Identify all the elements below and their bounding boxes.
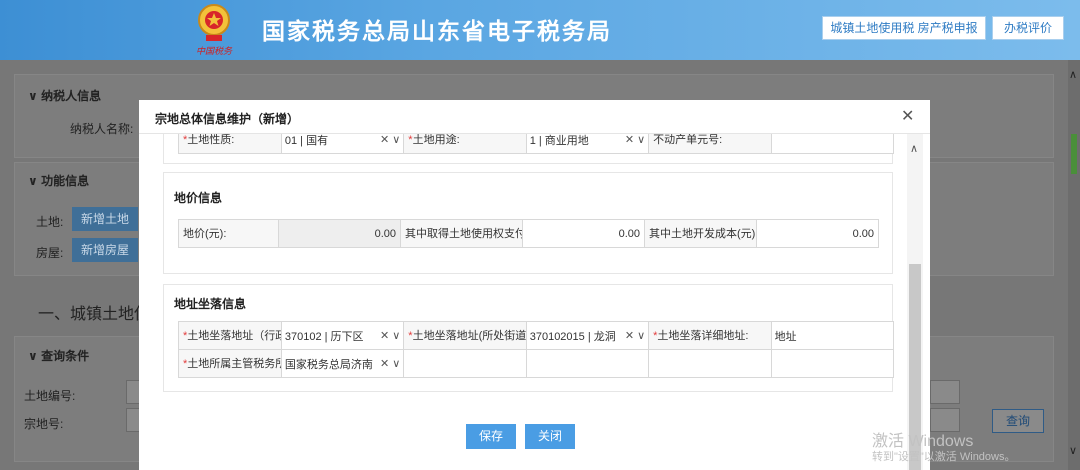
address-section: 地址坐落信息 *土地坐落地址（行政区划）: 370102 | 历下区✕ ∨ *土…: [163, 284, 895, 392]
detail-address-label: *土地坐落详细地址:: [648, 321, 772, 350]
empty-cell: [525, 349, 650, 378]
page-scroll-up-icon[interactable]: ∧: [1069, 68, 1077, 81]
parcel-no-input[interactable]: [126, 408, 140, 432]
clear-chevron-down-icon[interactable]: ✕ ∨: [625, 134, 645, 146]
price-section-title: 地价信息: [174, 191, 223, 205]
land-basic-table: *土地性质: 01 | 国有 ✕ ∨ *土地用途: 1 | 商业用地 ✕ ∨ 不动产…: [178, 134, 895, 154]
address-section-title: 地址坐落信息: [174, 297, 247, 311]
close-button[interactable]: 关闭: [525, 424, 575, 449]
land-tax-heading: 一、城镇土地使: [38, 306, 151, 323]
page-scroll-thumb[interactable]: [1071, 134, 1077, 174]
land-nature-select[interactable]: 01 | 国有 ✕ ∨: [280, 134, 405, 154]
modal-body: *土地性质: 01 | 国有 ✕ ∨ *土地用途: 1 | 商业用地 ✕ ∨ 不动产…: [139, 134, 907, 470]
property-unit-input[interactable]: [770, 134, 895, 154]
tax-office-label: *土地所属主管税务所(科、分局):: [178, 349, 282, 378]
taxpayer-section-title: ∨ 纳税人信息: [28, 89, 102, 103]
land-no-input[interactable]: [126, 380, 140, 404]
query-section-title: ∨ 查询条件: [28, 349, 90, 363]
save-button[interactable]: 保存: [466, 424, 516, 449]
clear-chevron-down-icon[interactable]: ✕ ∨: [380, 329, 400, 342]
clear-chevron-down-icon[interactable]: ✕ ∨: [625, 329, 645, 342]
district-label: *土地坐落地址（行政区划）:: [178, 321, 282, 350]
add-land-button[interactable]: 新增土地: [72, 207, 138, 231]
tax-evaluation-button[interactable]: 办税评价: [992, 16, 1064, 40]
street-label: *土地坐落地址(所处街道):: [403, 321, 527, 350]
bg-right-input[interactable]: [930, 380, 960, 404]
emblem-script: 中国税务: [196, 47, 233, 57]
land-tax-declare-button[interactable]: 城镇土地使用税 房产税申报: [822, 16, 986, 40]
acquire-cost-label: 其中取得土地使用权支付金额(元):: [400, 219, 523, 248]
clear-chevron-down-icon[interactable]: ✕ ∨: [380, 134, 400, 146]
tax-emblem-icon: [198, 4, 230, 41]
empty-cell: [770, 349, 895, 378]
land-use-label: *土地用途:: [403, 134, 527, 154]
land-nature-label: *土地性质:: [178, 134, 282, 154]
house-label: 房屋:: [36, 246, 64, 260]
land-price-input[interactable]: 0.00: [278, 219, 401, 248]
acquire-cost-input[interactable]: 0.00: [522, 219, 645, 248]
price-table: 地价(元): 0.00 其中取得土地使用权支付金额(元): 0.00 其中土地开…: [178, 219, 879, 248]
detail-address-input[interactable]: 地址: [770, 321, 895, 350]
site-title: 国家税务总局山东省电子税务局: [262, 19, 612, 45]
chevron-up-icon[interactable]: ∧: [910, 142, 918, 155]
land-label: 土地:: [36, 215, 64, 229]
parcel-no-label: 宗地号:: [24, 417, 64, 431]
taxpayer-name-label: 纳税人名称:: [70, 122, 134, 136]
query-button[interactable]: 查询: [992, 409, 1044, 433]
empty-cell: [648, 349, 772, 378]
page-scroll-down-icon[interactable]: ∨: [1069, 444, 1077, 457]
tax-office-select[interactable]: 国家税务总局济南 ✕ ∨: [280, 349, 405, 378]
property-unit-label: 不动产单元号:: [648, 134, 772, 154]
address-table: *土地坐落地址（行政区划）: 370102 | 历下区✕ ∨ *土地坐落地址(所…: [178, 321, 895, 378]
empty-cell: [403, 349, 527, 378]
land-use-select[interactable]: 1 | 商业用地 ✕ ∨: [525, 134, 650, 154]
modal-header: 宗地总体信息维护（新增） ✕: [139, 100, 930, 134]
develop-cost-input[interactable]: 0.00: [756, 219, 879, 248]
price-section: 地价信息 地价(元): 0.00 其中取得土地使用权支付金额(元): 0.00 …: [163, 172, 893, 274]
function-section-title: ∨ 功能信息: [28, 174, 90, 188]
add-house-button[interactable]: 新增房屋: [72, 238, 138, 262]
land-price-label: 地价(元):: [178, 219, 279, 248]
develop-cost-label: 其中土地开发成本(元):: [644, 219, 757, 248]
modal-title: 宗地总体信息维护（新增）: [155, 112, 300, 126]
district-select[interactable]: 370102 | 历下区 ✕ ∨: [280, 321, 405, 350]
modal-scrollbar[interactable]: ∧: [907, 134, 923, 470]
page-scrollbar[interactable]: [1068, 60, 1080, 470]
site-header: 中国税务 国家税务总局山东省电子税务局 城镇土地使用税 房产税申报 办税评价: [0, 0, 1080, 60]
street-select[interactable]: 370102015 | 龙洞 ✕ ∨: [525, 321, 650, 350]
land-basic-section: *土地性质: 01 | 国有 ✕ ∨ *土地用途: 1 | 商业用地 ✕ ∨ 不动产…: [163, 134, 895, 164]
close-icon[interactable]: ✕: [901, 106, 914, 126]
land-no-label: 土地编号:: [24, 389, 76, 403]
parcel-info-modal: 宗地总体信息维护（新增） ✕ *土地性质: 01 | 国有 ✕ ∨ *土地用途: …: [139, 100, 930, 470]
clear-chevron-down-icon[interactable]: ✕ ∨: [380, 357, 400, 370]
windows-activation-hint: 转到"设置"以激活 Windows。: [872, 451, 1016, 463]
